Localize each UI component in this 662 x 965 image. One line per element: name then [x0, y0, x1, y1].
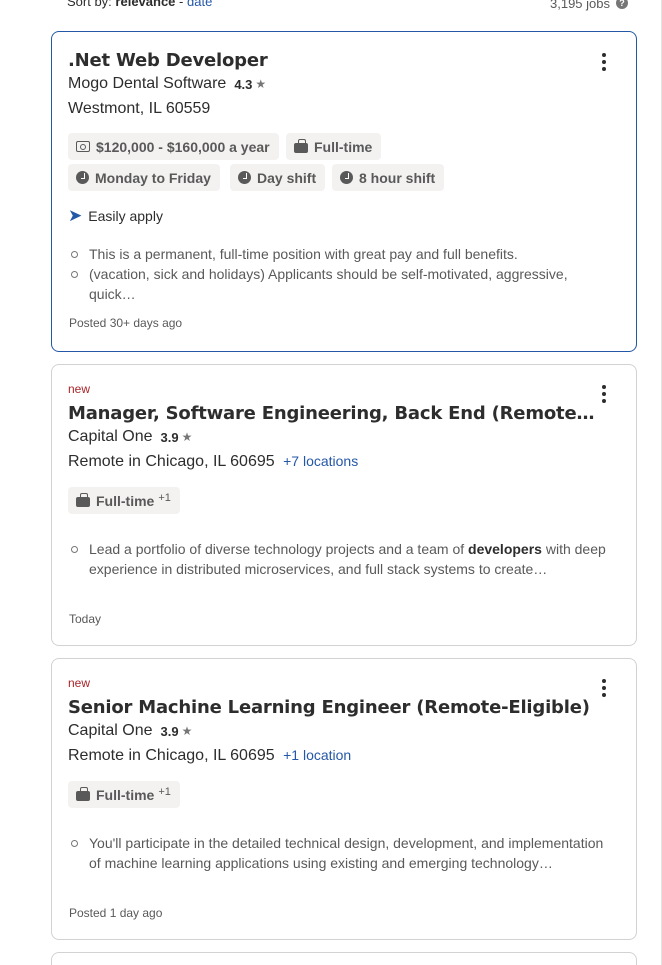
sort-bar: Sort by: relevance - date 3,195 jobs ?: [67, 0, 628, 12]
snippet-item: You'll participate in the detailed techn…: [68, 833, 606, 873]
job-location: Remote in Chicago, IL 60695 +7 locations: [68, 453, 358, 471]
job-location: Remote in Chicago, IL 60695 +1 location: [68, 747, 351, 765]
location-text: Remote in Chicago, IL 60695: [68, 453, 275, 470]
company-row: Capital One 3.9 ★: [68, 722, 192, 740]
job-type-chip: Full-time: [286, 133, 382, 160]
star-icon: ★: [181, 430, 193, 444]
posted-date: Posted 30+ days ago: [69, 316, 183, 330]
more-locations-link[interactable]: +7 locations: [283, 453, 358, 469]
clock-icon: [238, 171, 251, 184]
snippet-item: (vacation, sick and holidays) Applicants…: [68, 264, 606, 304]
star-icon: ★: [255, 77, 267, 91]
snippet-text: Lead a portfolio of diverse technology p…: [89, 541, 469, 557]
job-count-text: 3,195 jobs: [550, 0, 610, 11]
more-locations-link[interactable]: +1 location: [283, 747, 351, 763]
snippet-highlight: developers: [468, 541, 542, 557]
question-circle-icon[interactable]: ?: [616, 0, 628, 9]
job-card[interactable]: new Manager, Software Engineering, Back …: [51, 364, 637, 646]
job-type-chip: Full-time +1: [68, 781, 180, 808]
job-card[interactable]: .Net Web Developer Mogo Dental Software …: [51, 31, 637, 352]
money-icon: [76, 141, 90, 152]
chip-extra-count: +1: [158, 491, 171, 504]
posted-date: Posted 1 day ago: [69, 906, 163, 920]
job-snippet: This is a permanent, full-time position …: [68, 244, 606, 304]
job-type-chip: Full-time +1: [68, 487, 180, 514]
chip-label: Full-time: [314, 138, 373, 155]
location-text: Remote in Chicago, IL 60695: [68, 747, 275, 764]
company-row: Capital One 3.9 ★: [68, 428, 192, 446]
more-vertical-icon[interactable]: [596, 677, 612, 699]
easily-apply-label: Easily apply: [88, 207, 163, 224]
sort-separator: -: [179, 0, 184, 9]
salary-chip: $120,000 - $160,000 a year: [68, 133, 279, 160]
snippet-item: Lead a portfolio of diverse technology p…: [68, 539, 606, 579]
send-arrow-icon: ➤: [68, 206, 83, 225]
star-icon: ★: [181, 724, 193, 738]
job-title[interactable]: Manager, Software Engineering, Back End …: [68, 403, 594, 424]
rating-value: 3.9: [160, 723, 179, 739]
easily-apply: ➤ Easily apply: [68, 207, 163, 224]
company-name[interactable]: Capital One: [68, 722, 153, 740]
company-rating: 4.3 ★: [234, 77, 266, 92]
company-name[interactable]: Mogo Dental Software: [68, 75, 226, 93]
chip-label: Day shift: [257, 169, 317, 186]
company-rating: 3.9 ★: [161, 430, 193, 445]
snippet-item: This is a permanent, full-time position …: [68, 244, 606, 264]
chip-label: Monday to Friday: [95, 169, 211, 186]
posted-date: Today: [69, 612, 102, 626]
briefcase-icon: [76, 786, 90, 801]
more-vertical-icon[interactable]: [596, 51, 612, 73]
new-badge: new: [68, 676, 91, 690]
rating-value: 4.3: [234, 76, 253, 92]
job-location: Westmont, IL 60559: [68, 100, 211, 117]
job-title[interactable]: Senior Machine Learning Engineer (Remote…: [68, 697, 590, 718]
chip-label: 8 hour shift: [359, 169, 436, 186]
briefcase-icon: [76, 492, 90, 507]
sort-date-link[interactable]: date: [187, 0, 212, 9]
shift-chip: Day shift: [230, 164, 326, 191]
chip-extra-count: +1: [158, 785, 171, 798]
company-name[interactable]: Capital One: [68, 428, 153, 446]
chip-label: Full-time: [96, 786, 155, 803]
schedule-chip: Monday to Friday: [68, 164, 220, 191]
rating-value: 3.9: [160, 429, 179, 445]
sort-options: Sort by: relevance - date: [67, 0, 212, 12]
job-card[interactable]: new Senior Machine Learning Engineer (Re…: [51, 658, 637, 940]
sort-relevance[interactable]: relevance: [115, 0, 175, 9]
hours-chip: 8 hour shift: [332, 164, 445, 191]
job-snippet: Lead a portfolio of diverse technology p…: [68, 539, 606, 579]
chip-label: Full-time: [96, 492, 155, 509]
chip-label: $120,000 - $160,000 a year: [96, 138, 270, 155]
new-badge: new: [68, 382, 91, 396]
more-vertical-icon[interactable]: [596, 383, 612, 405]
job-card[interactable]: [51, 952, 637, 965]
company-rating: 3.9 ★: [161, 724, 193, 739]
company-row: Mogo Dental Software 4.3 ★: [68, 75, 266, 93]
clock-icon: [76, 171, 89, 184]
job-title[interactable]: .Net Web Developer: [68, 50, 268, 71]
job-snippet: You'll participate in the detailed techn…: [68, 833, 606, 873]
briefcase-icon: [294, 138, 308, 153]
sort-label: Sort by:: [67, 0, 112, 9]
clock-icon: [340, 171, 353, 184]
job-count: 3,195 jobs ?: [550, 0, 628, 12]
